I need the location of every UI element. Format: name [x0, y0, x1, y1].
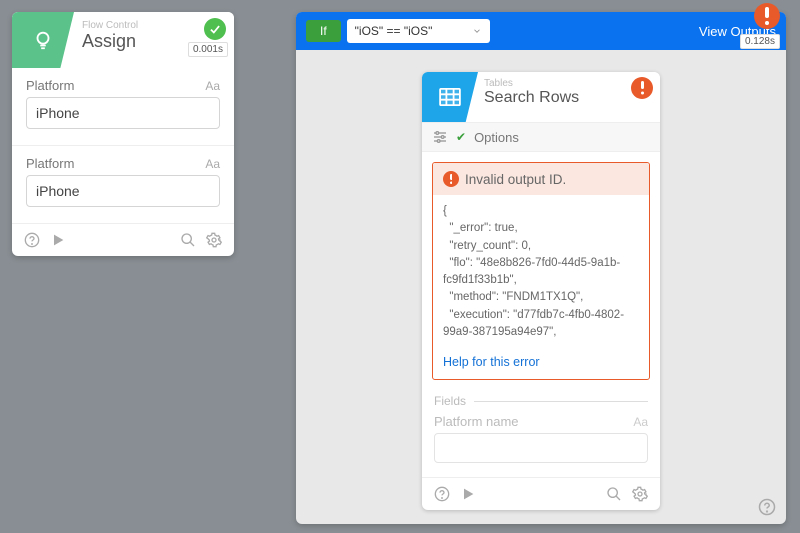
- error-badge: [631, 77, 653, 99]
- assign-input-section: Platform Aa: [12, 68, 234, 145]
- assign-footer: [12, 223, 234, 256]
- exclamation-icon: [765, 7, 769, 25]
- options-row[interactable]: ✔ Options: [422, 122, 660, 152]
- platform-name-input[interactable]: [434, 433, 648, 463]
- assign-category: Flow Control: [82, 20, 138, 31]
- if-header: If "iOS" == "iOS" View Outputs 0.128s: [296, 12, 786, 50]
- search-icon[interactable]: [606, 486, 622, 502]
- assign-icon-block: [12, 12, 74, 68]
- platform-output[interactable]: [26, 175, 220, 207]
- search-rows-title: Search Rows: [484, 89, 579, 107]
- lightbulb-icon: [32, 29, 54, 51]
- field-label: Platform: [26, 78, 74, 93]
- assign-card: Flow Control Assign 0.001s Platform Aa P…: [12, 12, 234, 256]
- assign-output-section: Platform Aa: [12, 145, 234, 223]
- if-container: If "iOS" == "iOS" View Outputs 0.128s Ta…: [296, 12, 786, 524]
- field-type-indicator: Aa: [633, 415, 648, 429]
- error-body: { "_error": true, "retry_count": 0, "flo…: [433, 195, 649, 349]
- divider: [474, 401, 648, 402]
- assign-header: Flow Control Assign 0.001s: [12, 12, 234, 68]
- container-timing: 0.128s: [740, 34, 780, 49]
- if-pill: If: [306, 20, 341, 42]
- search-rows-category: Tables: [484, 78, 579, 89]
- error-block: Invalid output ID. { "_error": true, "re…: [432, 162, 650, 380]
- gear-icon[interactable]: [632, 486, 648, 502]
- error-badge: [754, 3, 780, 29]
- help-icon[interactable]: [758, 498, 776, 516]
- condition-text: "iOS" == "iOS": [355, 24, 433, 38]
- platform-input[interactable]: [26, 97, 220, 129]
- fields-section: Fields Platform name Aa: [422, 390, 660, 477]
- help-icon[interactable]: [24, 232, 40, 248]
- chevron-down-icon: [472, 26, 482, 36]
- search-icon[interactable]: [180, 232, 196, 248]
- sliders-icon: [432, 129, 448, 145]
- exclamation-icon: [450, 174, 453, 184]
- fields-legend: Fields: [434, 394, 466, 408]
- exclamation-icon: [641, 81, 644, 95]
- search-rows-footer: [422, 477, 660, 510]
- search-rows-title-block: Tables Search Rows: [484, 78, 579, 107]
- table-icon: [439, 88, 461, 106]
- assign-title: Assign: [82, 31, 138, 52]
- play-icon[interactable]: [50, 232, 66, 248]
- assign-timing: 0.001s: [188, 42, 228, 57]
- help-icon[interactable]: [434, 486, 450, 502]
- field-label: Platform: [26, 156, 74, 171]
- assign-title-block: Flow Control Assign: [82, 20, 138, 52]
- check-icon: [208, 22, 222, 36]
- search-rows-icon-block: [422, 72, 478, 122]
- success-badge: [204, 18, 226, 40]
- play-icon[interactable]: [460, 486, 476, 502]
- field-type-indicator: Aa: [205, 79, 220, 93]
- search-rows-card: Tables Search Rows ✔ Options Invalid out…: [422, 72, 660, 510]
- help-link[interactable]: Help for this error: [433, 349, 649, 379]
- gear-icon[interactable]: [206, 232, 222, 248]
- condition-dropdown[interactable]: "iOS" == "iOS": [347, 19, 491, 43]
- check-icon: ✔: [456, 130, 466, 144]
- platform-name-label: Platform name: [434, 414, 519, 429]
- search-rows-header: Tables Search Rows: [422, 72, 660, 122]
- field-type-indicator: Aa: [205, 157, 220, 171]
- error-icon: [443, 171, 459, 187]
- options-label: Options: [474, 130, 519, 145]
- error-title: Invalid output ID.: [465, 172, 566, 187]
